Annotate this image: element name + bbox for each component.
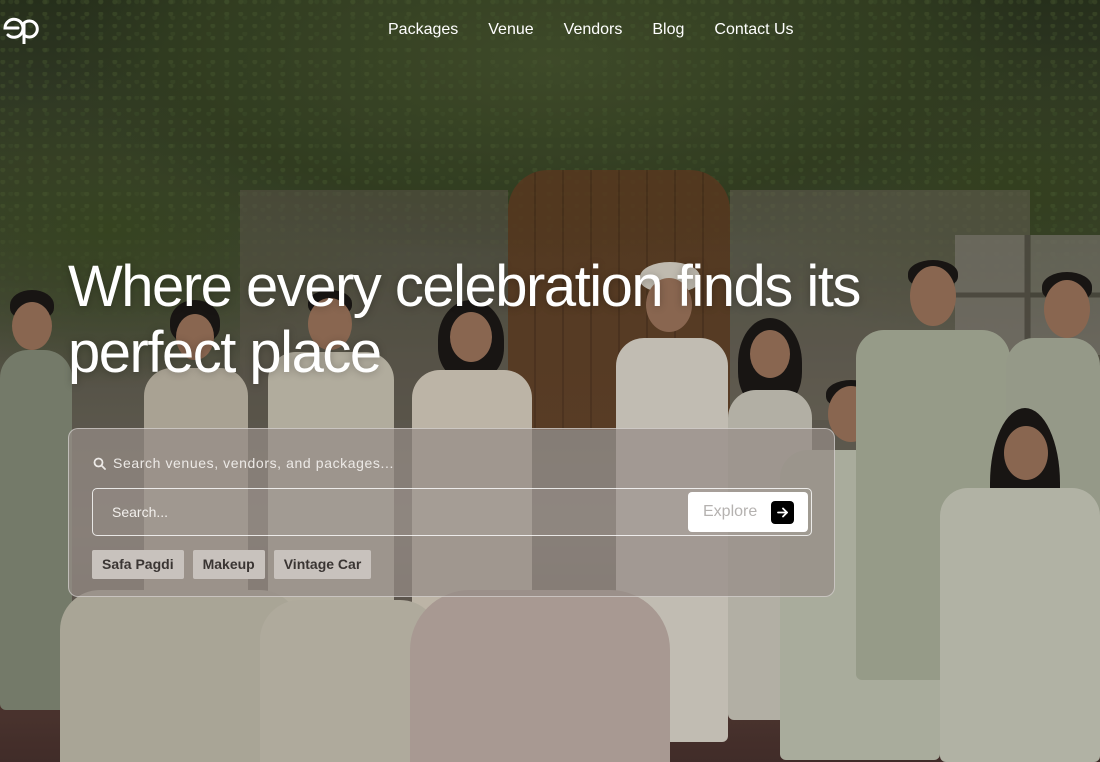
nav-venue[interactable]: Venue: [488, 20, 533, 40]
brand-logo[interactable]: ep: [2, 14, 44, 46]
search-hint-text: Search venues, vendors, and packages...: [113, 455, 395, 471]
search-card: Search venues, vendors, and packages... …: [68, 428, 835, 597]
nav-contact-us[interactable]: Contact Us: [714, 20, 793, 40]
main-nav: Packages Venue Vendors Blog Contact Us: [388, 20, 794, 40]
arrow-right-icon: [771, 500, 794, 524]
nav-blog[interactable]: Blog: [652, 20, 684, 40]
explore-label: Explore: [703, 503, 758, 520]
quick-search-chips: Safa Pagdi Makeup Vintage Car: [92, 550, 372, 579]
search-box: Explore: [92, 488, 812, 536]
chip-makeup[interactable]: Makeup: [192, 550, 265, 579]
chip-vintage-car[interactable]: Vintage Car: [273, 550, 372, 579]
ep-monogram-logo: [3, 17, 39, 46]
hero-headline: Where every celebration finds its perfec…: [68, 254, 948, 386]
headline-line-2: perfect place: [68, 320, 382, 385]
chip-safa-pagdi[interactable]: Safa Pagdi: [92, 550, 184, 579]
search-hint: Search venues, vendors, and packages...: [93, 455, 394, 471]
search-input[interactable]: [94, 490, 679, 534]
nav-vendors[interactable]: Vendors: [564, 20, 623, 40]
headline-line-1: Where every celebration finds its: [68, 254, 861, 319]
explore-button[interactable]: Explore: [688, 492, 808, 532]
search-icon: [93, 457, 106, 470]
nav-packages[interactable]: Packages: [388, 20, 458, 40]
